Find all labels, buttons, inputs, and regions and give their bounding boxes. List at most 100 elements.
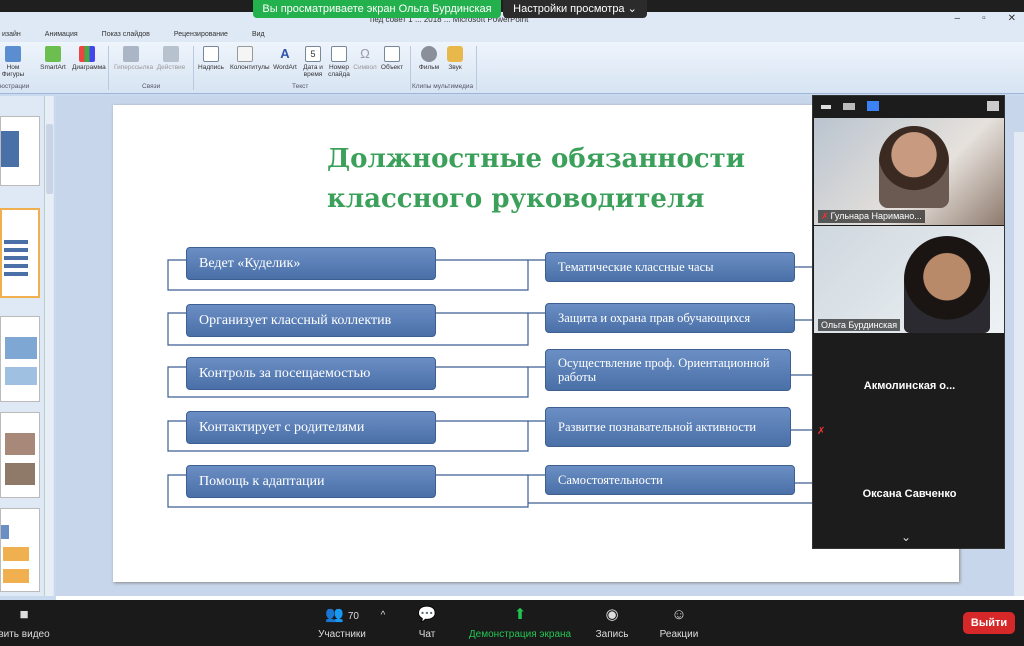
calendar-icon: 5 xyxy=(305,46,321,62)
header-footer-icon xyxy=(237,46,253,62)
duty-box-right: Самостоятельности xyxy=(545,465,795,495)
close-icon[interactable]: ✕ xyxy=(1008,13,1016,24)
slide-number-icon xyxy=(331,46,347,62)
ribbon-symbol-button[interactable]: Ω Символ xyxy=(350,46,380,71)
chat-label: Чат xyxy=(418,629,436,640)
minimize-gallery-icon[interactable] xyxy=(821,105,831,109)
participants-label: Участники xyxy=(318,629,366,640)
ribbon-hyperlink-button[interactable]: Гиперссылка xyxy=(114,46,153,71)
record-button[interactable]: ◉ Запись xyxy=(590,606,634,640)
omega-icon: Ω xyxy=(360,46,370,61)
ribbon-tabs: изайн Анимация Показ слайдов Рецензирова… xyxy=(0,28,1024,42)
ribbon-label: Гиперссылка xyxy=(114,64,154,71)
participant-name-tile[interactable]: Акмолинская о... xyxy=(813,380,1006,392)
ribbon-action-button[interactable]: Действие xyxy=(156,46,186,71)
group-label-links: Связи xyxy=(142,83,161,90)
tab-view[interactable]: Вид xyxy=(252,28,265,42)
object-icon xyxy=(384,46,400,62)
participants-button[interactable]: 👥 70 Участники xyxy=(312,606,372,640)
ribbon-label: Надпись xyxy=(198,64,224,71)
exit-panel-icon[interactable] xyxy=(987,101,999,111)
ribbon-label: WordArt xyxy=(273,64,297,71)
participant-video xyxy=(879,126,949,208)
ribbon-chart-button[interactable]: Диаграмма xyxy=(72,46,106,71)
duty-box-left: Контактирует с родителями xyxy=(186,411,436,444)
ribbon-sound-button[interactable]: Звук xyxy=(440,46,470,71)
share-screen-button[interactable]: ⬆ Демонстрация экрана xyxy=(464,606,576,640)
group-separator xyxy=(476,46,477,90)
gallery-view-controls xyxy=(813,96,1006,118)
participant-video-tile[interactable]: ✗ Гульнара Наримано... xyxy=(814,118,1004,225)
zoom-toolbar: ■ вить видео 👥 70 Участники ^ 💬 Чат ⬆ Демонс… xyxy=(0,600,1024,646)
scroll-thumb[interactable] xyxy=(46,124,53,194)
reaction-icon: ☺ xyxy=(671,606,687,623)
mic-muted-icon: ✗ xyxy=(817,426,826,437)
ribbon-label: Объект xyxy=(380,64,404,71)
ribbon-label: Колонтитулы xyxy=(230,64,270,71)
maximize-icon[interactable]: ▫ xyxy=(982,13,986,24)
ribbon-textbox-button[interactable]: Надпись xyxy=(196,46,226,71)
participant-name-tile[interactable]: Оксана Савченко xyxy=(813,488,1006,500)
tab-animation[interactable]: Анимация xyxy=(45,28,78,42)
ribbon-header-footer-button[interactable]: Колонтитулы xyxy=(230,46,270,71)
duty-box-right: Защита и охрана прав обучающихся xyxy=(545,303,795,333)
group-label-illustrations: юстрации xyxy=(0,83,30,90)
slide-thumbnail[interactable] xyxy=(0,116,40,186)
window-controls: – ▫ ✕ xyxy=(955,13,1017,24)
record-label: Запись xyxy=(595,629,629,640)
group-separator xyxy=(193,46,194,90)
share-banner: Вы просматриваете экран Ольга Бурдинская xyxy=(253,0,501,18)
chevron-down-icon[interactable]: ⌄ xyxy=(901,530,911,544)
minimize-icon[interactable]: – xyxy=(955,13,961,24)
video-button[interactable]: ■ вить видео xyxy=(0,606,54,640)
tab-review[interactable]: Рецензирование xyxy=(174,28,228,42)
slide-thumbnail[interactable] xyxy=(0,316,40,402)
ribbon-wordart-button[interactable]: A WordArt xyxy=(270,46,300,71)
record-icon: ◉ xyxy=(605,606,619,623)
slide-thumbnail[interactable] xyxy=(0,412,40,498)
duty-box-left: Ведет «Куделик» xyxy=(186,247,436,280)
mic-muted-icon: ✗ xyxy=(821,211,829,221)
canvas-scrollbar[interactable] xyxy=(1014,132,1024,596)
participant-video xyxy=(904,236,990,333)
reactions-button[interactable]: ☺ Реакции xyxy=(654,606,704,640)
slide-title-line: Должностные обязанности xyxy=(327,144,746,174)
slide-thumbnail[interactable] xyxy=(0,508,40,592)
duty-box-left: Организует классный коллектив xyxy=(186,304,436,337)
slide-title-line: классного руководителя xyxy=(327,184,705,214)
ribbon-smartart-button[interactable]: SmartArt xyxy=(38,46,68,71)
group-separator xyxy=(410,46,411,90)
slide-thumbnail[interactable] xyxy=(0,208,40,298)
slides-scrollbar[interactable] xyxy=(44,96,53,596)
share-screen-icon: ⬆ xyxy=(513,606,527,623)
chat-icon: 💬 xyxy=(417,606,437,623)
participants-icon: 👥 70 xyxy=(325,606,359,623)
active-speaker-view-icon[interactable] xyxy=(867,101,879,111)
view-settings-button[interactable]: Настройки просмотра ⌄ xyxy=(503,0,647,18)
ribbon-label: SmartArt xyxy=(40,64,66,71)
duty-box-right: Развитие познавательной активности xyxy=(545,407,791,447)
ribbon-label: Ном Фигуры xyxy=(1,64,25,78)
view-settings-label: Настройки просмотра xyxy=(513,3,625,15)
chat-button[interactable]: 💬 Чат xyxy=(410,606,444,640)
duty-box-left: Помощь к адаптации xyxy=(186,465,436,498)
participants-options-chevron-icon[interactable]: ^ xyxy=(376,610,390,621)
shapes-icon xyxy=(5,46,21,62)
tab-slideshow[interactable]: Показ слайдов xyxy=(102,28,150,42)
ribbon-shapes-button[interactable]: Ном Фигуры xyxy=(0,46,28,78)
film-icon xyxy=(421,46,437,62)
wordart-icon: A xyxy=(280,46,290,61)
ribbon-object-button[interactable]: Объект xyxy=(377,46,407,71)
thumbnail-view-icon[interactable] xyxy=(843,103,855,110)
reactions-label: Реакции xyxy=(659,629,699,640)
leave-button[interactable]: Выйти xyxy=(963,612,1015,634)
ribbon-label: Звук xyxy=(448,64,462,71)
globe-icon xyxy=(123,46,139,62)
ribbon-label: Фильм xyxy=(418,64,440,71)
ribbon-label: Дата и время xyxy=(303,64,323,78)
tab-design[interactable]: изайн xyxy=(2,28,21,42)
group-label-text: Текст xyxy=(292,83,309,90)
chevron-down-icon: ⌄ xyxy=(627,3,637,15)
camera-icon: ■ xyxy=(19,606,29,623)
participant-video-tile[interactable]: Ольга Бурдинская xyxy=(814,226,1004,333)
